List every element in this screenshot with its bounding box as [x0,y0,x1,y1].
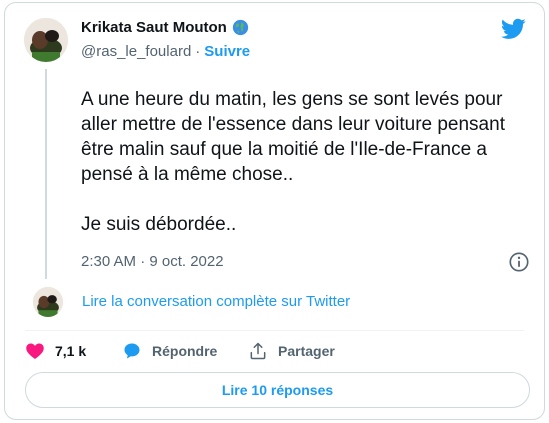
handle-separator: · [195,43,201,60]
author-avatar[interactable] [24,18,68,62]
author-name-row[interactable]: Krikata Saut Mouton [81,19,249,36]
conversation-avatar [33,287,63,317]
tweet-timestamp[interactable]: 2:30 AM · 9 oct. 2022 [81,253,224,270]
share-upload-icon [250,342,266,360]
read-replies-button[interactable]: Lire 10 réponses [25,372,530,408]
divider [25,330,524,331]
read-conversation-link[interactable]: Lire la conversation complète sur Twitte… [82,293,350,310]
avatar-image [24,18,68,62]
like-button[interactable]: 7,1 k [25,341,86,361]
tweet-text: A une heure du matin, les gens se sont l… [81,87,531,237]
reply-button[interactable]: Répondre [122,341,217,361]
thread-line [45,69,47,279]
author-handle[interactable]: @ras_le_foulard [81,43,191,60]
follow-button[interactable]: Suivre [204,43,250,60]
author-name[interactable]: Krikata Saut Mouton [81,19,227,36]
twitter-logo-icon[interactable] [501,18,526,40]
globe-icon [232,19,248,36]
reply-bubble-icon [124,343,140,359]
author-handle-row: @ras_le_foulard · Suivre [81,43,250,60]
share-button[interactable]: Partager [248,341,335,361]
avatar-image [33,287,63,317]
heart-icon [26,343,44,359]
info-icon[interactable] [508,251,530,273]
reply-label: Répondre [152,343,218,359]
share-label: Partager [278,343,335,359]
tweet-paragraph-2: Je suis débordée.. [81,214,237,235]
tweet-paragraph-1: A une heure du matin, les gens se sont l… [81,89,505,185]
tweet-card: Krikata Saut Mouton @ras_le_foulard · Su… [4,2,545,420]
like-count: 7,1 k [55,343,87,359]
